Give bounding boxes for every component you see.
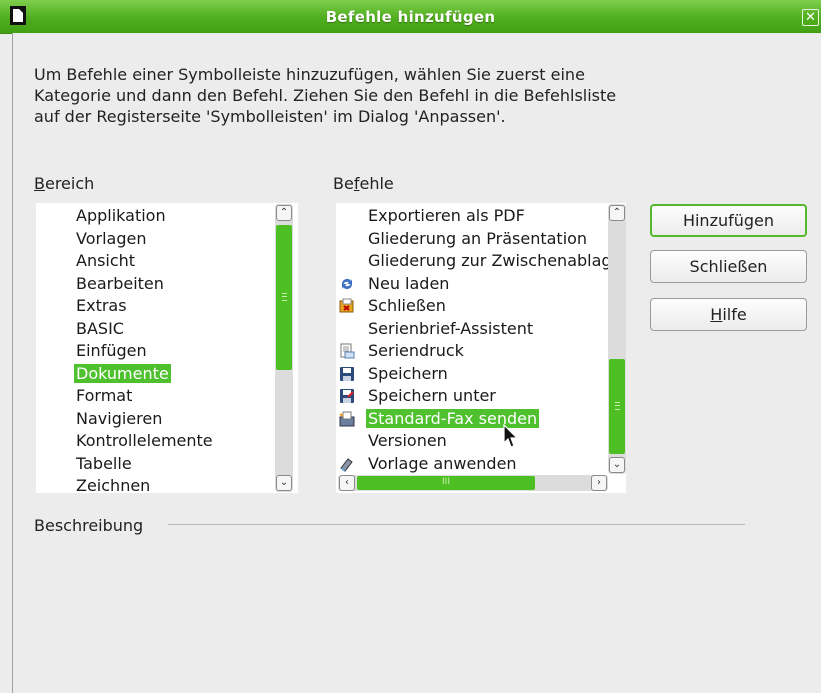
list-item-label: Navigieren	[76, 408, 163, 428]
category-list[interactable]: Applikation Vorlagen Ansicht Bearbeiten Extr…	[36, 203, 298, 493]
list-item-label: Tabelle	[76, 453, 132, 473]
list-item[interactable]: BASIC	[74, 318, 126, 340]
scroll-down-icon[interactable]: ⌄	[276, 475, 292, 491]
list-item-label: Dokumente	[74, 363, 171, 383]
window-title: Befehle hinzufügen	[325, 8, 496, 26]
beschreibung-label: Beschreibung	[34, 516, 144, 535]
list-item-label: Extras	[76, 296, 127, 315]
list-item-label: Zeichnen	[76, 476, 151, 493]
help-button[interactable]: Hilfe	[650, 298, 807, 331]
list-item[interactable]: Seriendruck	[340, 340, 466, 362]
list-item[interactable]: Vorlage anwenden	[340, 453, 519, 475]
list-item[interactable]: Kontrollelemente	[74, 430, 215, 452]
list-item[interactable]: Ansicht	[74, 250, 137, 272]
bereich-label: Bereich	[34, 174, 95, 193]
mouse-pointer-icon	[503, 424, 519, 448]
command-vscroll-thumb[interactable]	[609, 359, 625, 454]
command-list[interactable]: Exportieren als PDF Gliederung an Präsent…	[336, 203, 626, 493]
list-item-label: Exportieren als PDF	[368, 206, 525, 225]
category-scroll-thumb[interactable]	[276, 225, 292, 370]
list-item-label: Speichern	[368, 363, 448, 383]
list-item[interactable]: Bearbeiten	[74, 273, 166, 295]
list-item-label: Neu laden	[368, 273, 450, 293]
list-item[interactable]: Gliederung zur Zwischenablage	[366, 250, 623, 272]
description-separator	[168, 524, 745, 525]
list-item-label: Seriendruck	[368, 341, 464, 360]
list-item-label: Gliederung an Präsentation	[368, 228, 588, 248]
add-button[interactable]: Hinzufügen	[650, 204, 807, 237]
list-item[interactable]: Gliederung an Präsentation	[366, 228, 589, 250]
command-hscroll-thumb[interactable]: III	[357, 476, 535, 490]
list-item[interactable]: Schließen	[339, 295, 448, 317]
scroll-down-icon[interactable]: ⌄	[609, 457, 625, 473]
scroll-up-icon[interactable]: ⌃	[276, 205, 292, 221]
list-item[interactable]: Dokumente	[74, 363, 171, 385]
list-item[interactable]: Speichern unter	[340, 385, 498, 407]
scroll-left-icon[interactable]: ‹	[339, 475, 355, 491]
scroll-right-icon[interactable]: ›	[591, 475, 607, 491]
close-button[interactable]: Schließen	[650, 250, 807, 283]
list-item[interactable]: Navigieren	[74, 408, 164, 430]
list-item-label: Vorlage anwenden	[368, 453, 517, 473]
list-item-label: Applikation	[76, 206, 166, 225]
list-item[interactable]: Tabelle	[74, 453, 134, 475]
list-item[interactable]: Neu laden	[342, 273, 451, 295]
list-item-label: Schließen	[368, 296, 446, 315]
list-item-label: Vorlagen	[76, 228, 147, 248]
instructions-text: Um Befehle einer Symbolleiste hinzuzufüg…	[34, 65, 617, 126]
list-item[interactable]: Vorlagen	[74, 228, 148, 250]
scroll-up-icon[interactable]: ⌃	[609, 205, 625, 221]
category-scrollbar[interactable]: ⌃ ⌄	[275, 204, 293, 492]
list-item-label: Format	[76, 386, 133, 405]
list-item[interactable]: Serienbrief-Assistent	[366, 318, 535, 340]
list-item-label: BASIC	[76, 318, 124, 338]
list-item-label: Serienbrief-Assistent	[368, 318, 534, 338]
close-window-button[interactable]: ✕	[802, 9, 819, 26]
list-item[interactable]: Applikation	[74, 205, 168, 227]
list-item-label: Einfügen	[76, 341, 147, 360]
list-item[interactable]: Extras	[74, 295, 129, 317]
command-vscrollbar[interactable]: ⌃ ⌄	[608, 204, 626, 474]
list-item-label: Gliederung zur Zwischenablage	[368, 251, 622, 270]
command-hscrollbar[interactable]: ‹ III ›	[338, 475, 608, 491]
list-item-label: Versionen	[368, 431, 447, 450]
list-item[interactable]: Exportieren als PDF	[366, 205, 527, 227]
list-item-label: Ansicht	[76, 251, 136, 270]
list-item-label: Bearbeiten	[76, 273, 164, 293]
list-item-label: Speichern unter	[368, 386, 496, 405]
list-item[interactable]: Speichern	[340, 363, 450, 385]
titlebar: Befehle hinzufügen ✕	[0, 0, 821, 34]
list-item-label: Kontrollelemente	[76, 431, 213, 450]
list-item[interactable]: Einfügen	[74, 340, 149, 362]
list-item[interactable]: Versionen	[366, 430, 449, 452]
list-item[interactable]: Format	[74, 385, 134, 407]
befehle-label: Befehle	[333, 174, 394, 193]
list-item[interactable]: Zeichnen	[74, 475, 152, 493]
